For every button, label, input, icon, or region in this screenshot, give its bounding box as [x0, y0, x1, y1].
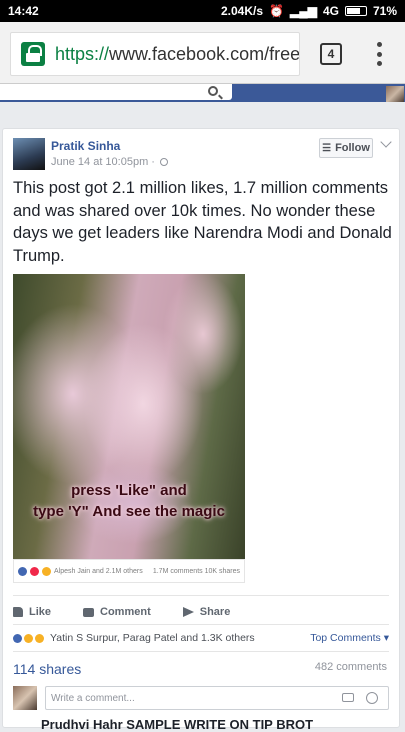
photo-overlay-line2: type 'Y" And see the magic — [33, 503, 225, 520]
post-author[interactable]: Pratik Sinha — [51, 139, 120, 153]
status-network: 4G — [322, 4, 339, 18]
post-timestamp[interactable]: June 14 at 10:05pm · — [51, 156, 169, 168]
like-button[interactable]: Like — [13, 606, 51, 618]
reactions-text: Yatin S Surpur, Parag Patel and 1.3K oth… — [50, 632, 255, 644]
photo-footer: Alpesh Jain and 2.1M others 1.7M comment… — [13, 559, 245, 583]
photo-footer-reactions: Alpesh Jain and 2.1M others — [54, 567, 143, 575]
shares-count[interactable]: 114 shares — [13, 661, 81, 677]
browser-toolbar: https://www.facebook.com/free 4 — [0, 22, 405, 84]
post-card: Pratik Sinha June 14 at 10:05pm · ☰ Follo… — [2, 128, 400, 732]
author-avatar[interactable] — [13, 138, 45, 170]
photo-footer-stats: 1.7M comments 10K shares — [152, 567, 240, 575]
post-photo[interactable]: press 'Like" and type 'Y" And see the ma… — [13, 274, 245, 559]
haha-reaction-icon — [42, 566, 51, 576]
url-text: https://www.facebook.com/free — [55, 43, 300, 64]
search-icon[interactable] — [208, 86, 218, 96]
comment-composer: Write a comment... — [13, 685, 389, 711]
status-battery: 71% — [372, 4, 397, 18]
alarm-icon: ⏰ — [269, 4, 284, 18]
divider — [13, 651, 389, 652]
follow-rss-icon: ☰ — [322, 142, 332, 154]
wow-reaction-icon — [35, 633, 44, 643]
haha-reaction-icon — [24, 633, 33, 643]
camera-icon[interactable] — [342, 693, 354, 702]
next-comment-preview: Prudhvi Hahr SAMPLE WRITE ON TIP BROT — [41, 717, 314, 732]
share-button[interactable]: Share — [182, 606, 230, 618]
emoji-icon[interactable] — [366, 692, 378, 704]
commenter-avatar — [13, 686, 37, 710]
status-indicators: 2.04K/s ⏰ ▂▄▆ 4G 71% — [221, 4, 397, 18]
photo-overlay-line1: press 'Like" and — [71, 482, 187, 499]
post-options-chevron-icon[interactable] — [380, 136, 392, 148]
profile-avatar[interactable] — [386, 86, 404, 102]
facebook-search-bar[interactable] — [0, 84, 232, 100]
reactions-summary[interactable]: Yatin S Surpur, Parag Patel and 1.3K oth… — [13, 629, 389, 647]
comments-count[interactable]: 482 comments — [315, 661, 387, 673]
love-reaction-icon — [30, 566, 39, 576]
post-text: This post got 2.1 million likes, 1.7 mil… — [13, 179, 392, 265]
signal-icon: ▂▄▆ — [289, 4, 317, 18]
tab-switcher-button[interactable]: 4 — [320, 43, 342, 65]
share-icon — [182, 607, 194, 617]
like-reaction-icon — [18, 566, 27, 576]
comment-input[interactable]: Write a comment... — [45, 686, 389, 710]
globe-icon — [160, 158, 169, 167]
thumbs-up-icon — [13, 607, 23, 617]
follow-button[interactable]: ☰ Follow — [319, 138, 373, 158]
status-speed: 2.04K/s — [221, 4, 264, 18]
comment-icon — [83, 607, 95, 617]
like-reaction-icon — [13, 633, 22, 643]
divider — [13, 624, 389, 625]
lock-icon — [21, 42, 45, 66]
top-comments-dropdown[interactable]: Top Comments ▾ — [310, 632, 389, 644]
status-time: 14:42 — [8, 4, 39, 18]
overflow-menu-icon[interactable] — [376, 42, 382, 66]
comment-button[interactable]: Comment — [83, 606, 151, 618]
status-bar: 14:42 2.04K/s ⏰ ▂▄▆ 4G 71% — [0, 0, 405, 22]
battery-icon — [344, 6, 367, 16]
post-actions: Like Comment Share — [13, 601, 389, 623]
address-bar[interactable]: https://www.facebook.com/free — [10, 32, 300, 76]
divider — [13, 595, 389, 596]
